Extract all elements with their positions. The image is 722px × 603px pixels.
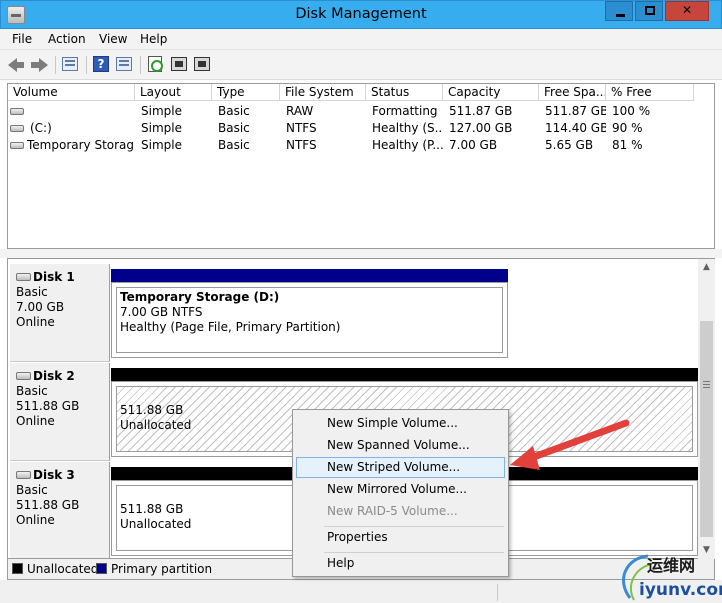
watermark-cn: 运维网: [647, 556, 696, 575]
watermark: 运维网 iyunv.com: [612, 550, 722, 603]
arrow-shaft: [527, 419, 630, 462]
watermark-en: iyunv.com: [639, 580, 722, 600]
annotation-arrow-icon: [510, 419, 630, 470]
arrow-head: [510, 446, 540, 470]
